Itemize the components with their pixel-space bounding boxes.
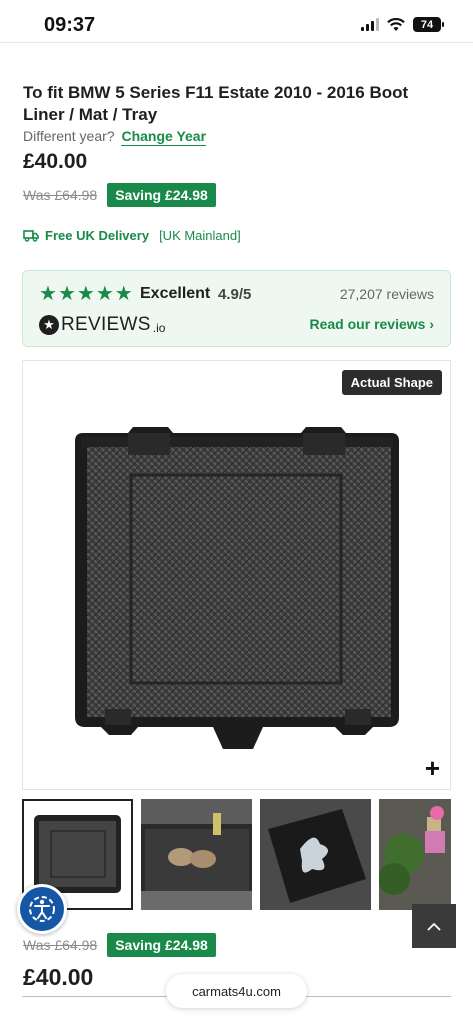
reviews-logo-suffix: .io xyxy=(152,320,166,335)
reviews-card[interactable]: ★ ★ ★ ★ ★ Excellent 4.9/5 27,207 reviews… xyxy=(22,270,451,347)
review-count: 27,207 reviews xyxy=(339,286,434,302)
battery-level: 74 xyxy=(420,18,434,31)
star-icon: ★ xyxy=(57,283,76,305)
accessibility-icon xyxy=(29,896,55,922)
boot-liner-main-image[interactable] xyxy=(73,427,401,752)
product-title: To fit BMW 5 Series F11 Estate 2010 - 20… xyxy=(23,83,409,124)
signal-icon xyxy=(361,18,379,31)
reviews-logo-star-icon: ★ xyxy=(39,315,59,335)
header-divider xyxy=(0,42,473,43)
delivery-label: Free UK Delivery xyxy=(45,228,150,243)
zoom-plus-icon[interactable]: + xyxy=(425,755,440,781)
star-icon: ★ xyxy=(39,283,57,305)
actual-shape-badge: Actual Shape xyxy=(341,370,442,395)
boot-with-shoes-thumb xyxy=(141,799,252,910)
liner-with-water-thumb xyxy=(260,799,371,910)
sticky-was-price-row: Was £64.98 Saving £24.98 xyxy=(23,933,216,957)
delivery-row: Free UK Delivery [UK Mainland] xyxy=(23,228,241,243)
rating-value: 4.9/5 xyxy=(218,286,252,303)
battery-icon: 74 xyxy=(413,17,444,32)
browser-url-pill[interactable]: carmats4u.com xyxy=(166,974,307,1008)
was-price-row: Was £64.98 Saving £24.98 xyxy=(23,183,216,207)
different-year-label: Different year? xyxy=(23,128,115,144)
truck-icon xyxy=(23,230,39,242)
sticky-saving-badge: Saving £24.98 xyxy=(107,933,216,957)
product-image-gallery[interactable]: Actual Shape + xyxy=(22,360,451,790)
browser-url: carmats4u.com xyxy=(192,983,281,999)
was-price: Was £64.98 xyxy=(23,187,98,203)
chevron-up-icon xyxy=(427,922,441,931)
rating-stars: ★ ★ ★ ★ ★ xyxy=(39,284,133,304)
status-time: 09:37 xyxy=(44,14,96,36)
read-reviews-link[interactable]: Read our reviews › xyxy=(310,316,435,332)
product-price: £40.00 xyxy=(23,150,88,173)
saving-badge: Saving £24.98 xyxy=(107,183,216,207)
change-year-link[interactable]: Change Year xyxy=(121,128,207,146)
star-icon: ★ xyxy=(95,283,114,305)
status-icons: 74 xyxy=(361,17,444,32)
status-bar: 09:37 74 xyxy=(0,0,473,44)
wifi-icon xyxy=(387,17,405,31)
thumbnail-liner-with-water[interactable] xyxy=(260,799,371,910)
reviews-io-logo: ★ REVIEWS .io xyxy=(39,314,165,336)
thumbnail-strip: › xyxy=(22,799,451,911)
plants-thumb xyxy=(379,799,451,910)
rating-word: Excellent xyxy=(140,285,211,302)
delivery-note: [UK Mainland] xyxy=(159,228,241,243)
star-icon: ★ xyxy=(114,283,133,305)
reviews-logo-text: REVIEWS xyxy=(61,314,151,335)
accessibility-button[interactable] xyxy=(17,884,67,934)
sticky-price: £40.00 xyxy=(23,964,94,990)
thumbnail-boot-with-shoes[interactable] xyxy=(141,799,252,910)
sticky-was-price: Was £64.98 xyxy=(23,937,98,953)
different-year-row: Different year? Change Year xyxy=(23,128,207,146)
thumbnail-plants[interactable]: › xyxy=(379,799,451,910)
scroll-to-top-button[interactable] xyxy=(412,904,456,948)
star-icon: ★ xyxy=(76,283,95,305)
